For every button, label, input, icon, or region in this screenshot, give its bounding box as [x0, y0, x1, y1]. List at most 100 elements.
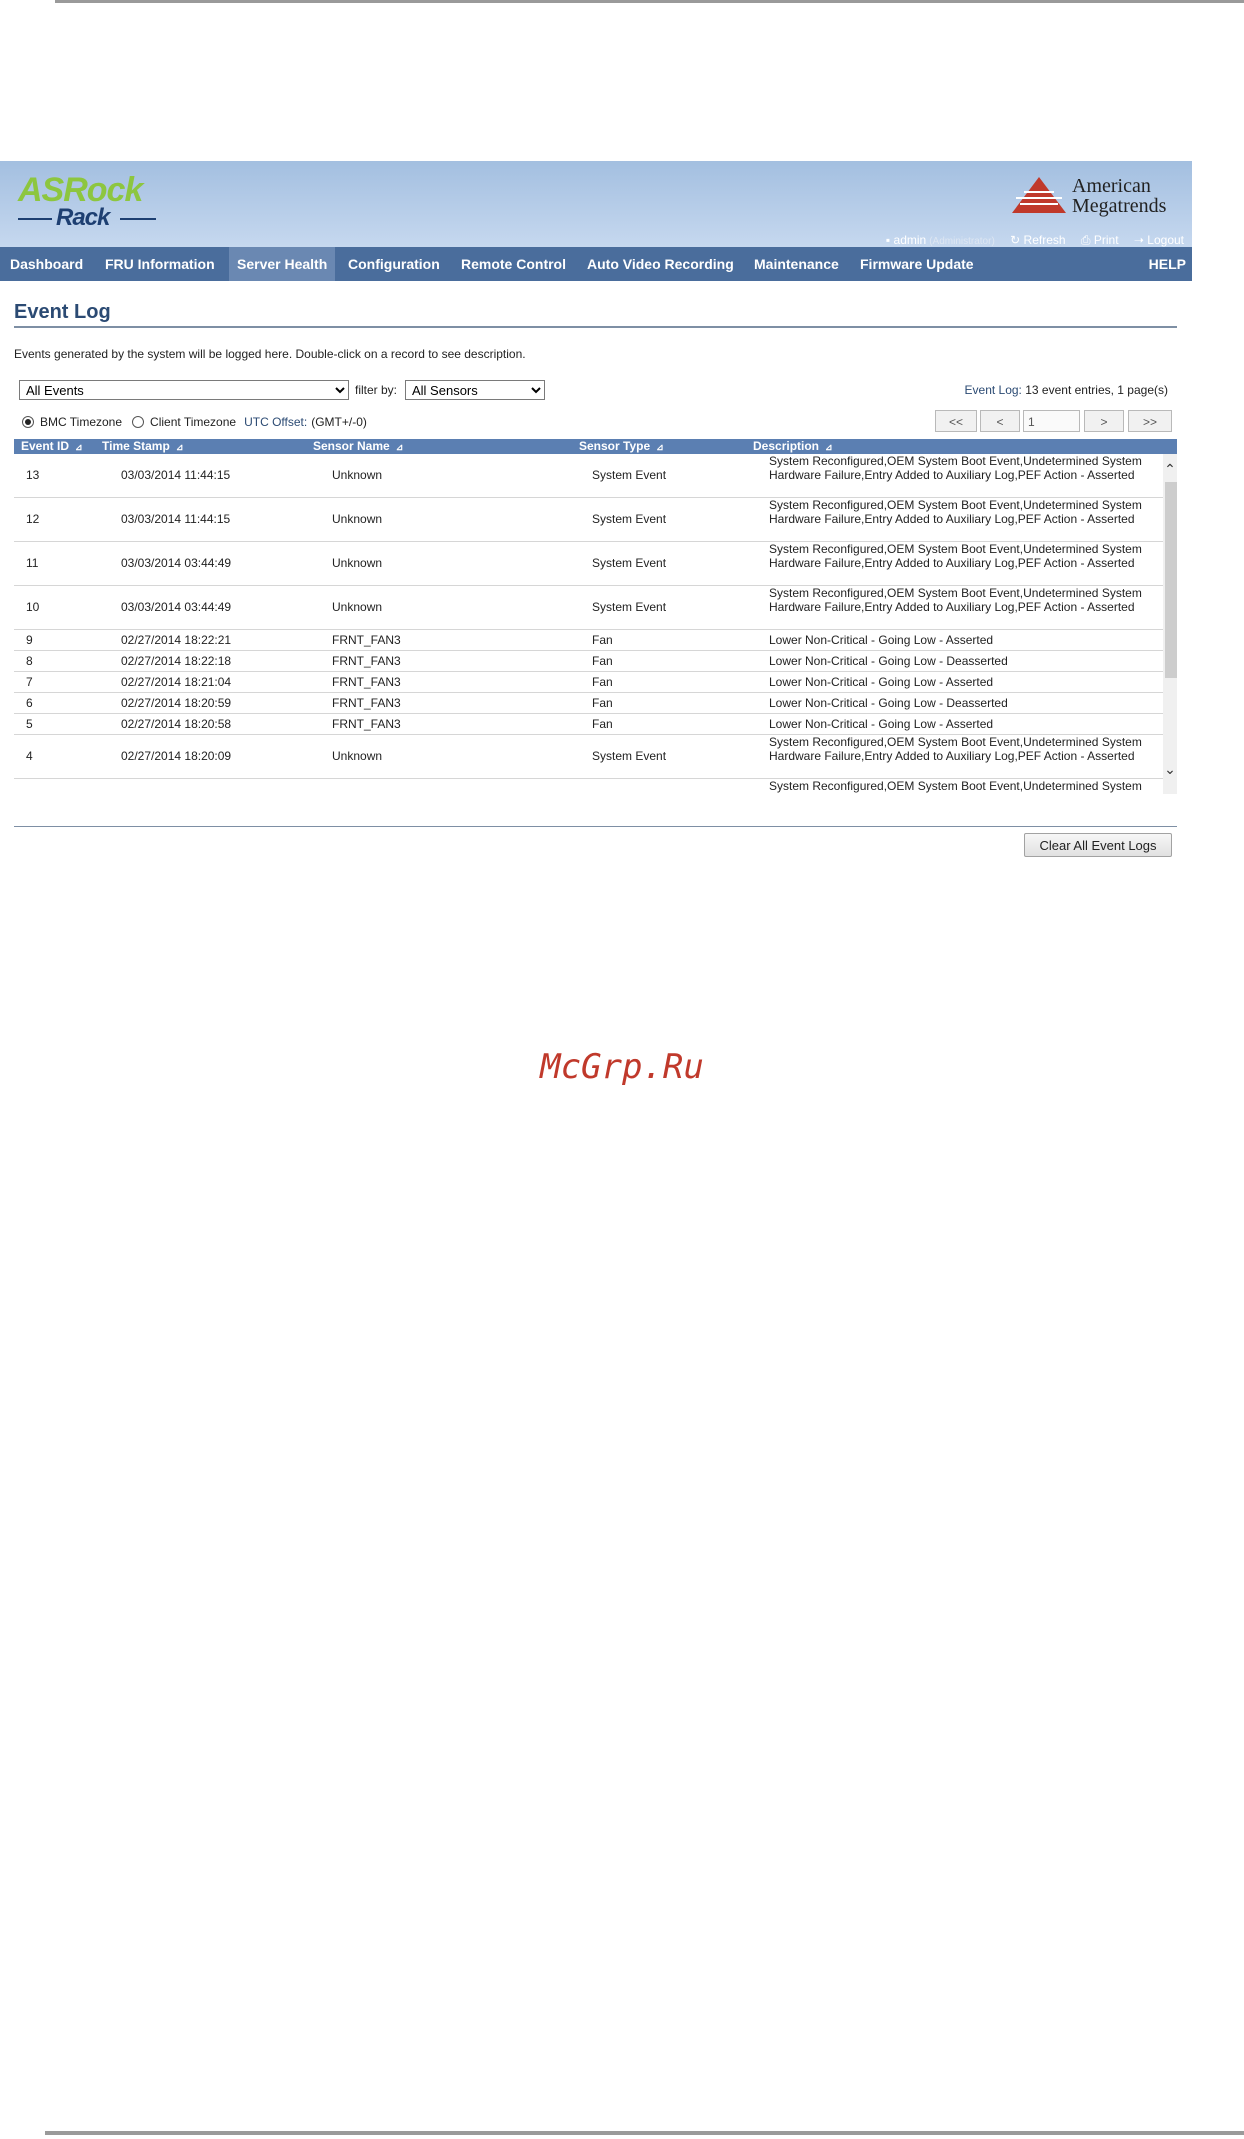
cell-time-stamp: 02/27/2014 18:21:04 — [121, 675, 232, 689]
table-row[interactable]: 6 02/27/2014 18:20:59 FRNT_FAN3 Fan Lower No… — [14, 693, 1163, 714]
event-type-select[interactable]: All Events — [19, 380, 349, 400]
col-event-id-label: Event ID — [21, 439, 70, 453]
cell-time-stamp: 02/27/2014 18:20:09 — [121, 749, 232, 763]
cell-sensor-name: Unknown — [332, 749, 383, 763]
col-sensor-type-label: Sensor Type — [579, 439, 651, 453]
sort-icon: ⊿ — [395, 442, 404, 452]
cell-sensor-name: FRNT_FAN3 — [332, 717, 401, 731]
last-page-button[interactable]: >> — [1128, 410, 1172, 432]
cell-event-id: 5 — [26, 717, 33, 731]
nav-remote-control[interactable]: Remote Control — [461, 247, 566, 281]
nav-fru-information[interactable]: FRU Information — [105, 247, 215, 281]
cell-description: System Reconfigured,OEM System Boot Even… — [769, 735, 1142, 763]
table-row[interactable]: 13 03/03/2014 11:44:15 Unknown System Event… — [14, 454, 1163, 498]
col-sensor-name[interactable]: Sensor Name ⊿ — [313, 439, 403, 454]
print-link[interactable]: ⎙ Print — [1081, 233, 1119, 247]
table-row[interactable]: 12 03/03/2014 11:44:15 Unknown System Event… — [14, 498, 1163, 542]
refresh-label: Refresh — [1023, 233, 1066, 247]
sort-icon: ⊿ — [175, 442, 184, 452]
col-time-stamp-label: Time Stamp — [102, 439, 170, 453]
cell-description: Lower Non-Critical - Going Low - Asserte… — [769, 633, 994, 647]
cell-description: System Reconfigured,OEM System Boot Even… — [769, 586, 1142, 614]
sort-icon: ⊿ — [656, 442, 664, 452]
table-row[interactable]: 3 02/27/2014 18:20:09 Unknown System Event S… — [14, 779, 1163, 794]
cell-sensor-type: Fan — [592, 633, 613, 647]
cell-sensor-type: Fan — [592, 717, 613, 731]
cell-time-stamp: 02/27/2014 18:22:18 — [121, 654, 232, 668]
cell-sensor-name: FRNT_FAN3 — [332, 654, 401, 668]
footer-divider — [14, 826, 1177, 827]
cell-description: Lower Non-Critical - Going Low - Deasser… — [769, 696, 1008, 710]
cell-description: System Reconfigured,OEM System Boot Even… — [769, 498, 1142, 526]
cell-sensor-name: Unknown — [332, 512, 383, 526]
title-divider — [14, 326, 1177, 328]
cell-time-stamp: 03/03/2014 03:44:49 — [121, 600, 232, 614]
table-scrollbar[interactable]: ⌃ ⌄ — [1163, 454, 1177, 794]
cell-description: Lower Non-Critical - Going Low - Deasser… — [769, 654, 1008, 668]
cell-sensor-type: Fan — [592, 696, 613, 710]
bmc-timezone-radio[interactable] — [22, 416, 34, 428]
utc-offset-value: (GMT+/-0) — [311, 415, 367, 429]
nav-auto-video-recording[interactable]: Auto Video Recording — [587, 247, 734, 281]
table-row[interactable]: 7 02/27/2014 18:21:04 FRNT_FAN3 Fan Lower No… — [14, 672, 1163, 693]
col-sensor-type[interactable]: Sensor Type ⊿ — [579, 439, 664, 454]
summary-value: 13 event entries, 1 page(s) — [1025, 383, 1168, 397]
bmc-web-ui: ASRock Rack American Megatrends ▪ admin(… — [0, 161, 1192, 861]
table-row[interactable]: 9 02/27/2014 18:22:21 FRNT_FAN3 Fan Lower No… — [14, 630, 1163, 651]
user-indicator: ▪ admin (Administrator) — [885, 233, 995, 247]
event-table-body: 3 02/27/2014 18:20:09 Unknown System Event S… — [14, 454, 1177, 794]
sort-icon: ⊿ — [75, 442, 83, 452]
cell-time-stamp: 03/03/2014 11:44:15 — [121, 468, 231, 482]
page-title: Event Log — [14, 301, 111, 323]
table-row[interactable]: 10 03/03/2014 03:44:49 Unknown System Event… — [14, 586, 1163, 630]
cell-event-id: 4 — [26, 749, 33, 763]
ami-logo-line2: Megatrends — [1072, 195, 1167, 217]
scroll-thumb[interactable] — [1165, 482, 1177, 678]
page-number-input[interactable]: 1 — [1023, 410, 1080, 432]
cell-description: System Reconfigured,OEM System Boot Even… — [769, 779, 1142, 794]
next-page-button[interactable]: > — [1084, 410, 1124, 432]
cell-event-id: 6 — [26, 696, 33, 710]
col-description[interactable]: Description ⊿ — [753, 439, 833, 454]
scroll-up-icon[interactable]: ⌃ — [1163, 462, 1177, 476]
nav-firmware-update[interactable]: Firmware Update — [860, 247, 974, 281]
clear-all-event-logs-button[interactable]: Clear All Event Logs — [1024, 833, 1172, 857]
table-row[interactable]: 5 02/27/2014 18:20:58 FRNT_FAN3 Fan Lower No… — [14, 714, 1163, 735]
summary-label: Event Log: — [964, 383, 1022, 397]
logout-icon: ➝ — [1133, 233, 1144, 247]
user-toolbar: ▪ admin (Administrator) ↻ Refresh ⎙ Print… — [874, 233, 1184, 247]
first-page-button[interactable]: << — [935, 410, 977, 432]
col-event-id[interactable]: Event ID ⊿ — [21, 439, 83, 454]
utc-offset-label: UTC Offset: — [244, 415, 308, 429]
scroll-down-icon[interactable]: ⌄ — [1163, 762, 1177, 776]
cell-sensor-type: System Event — [592, 556, 667, 570]
table-row[interactable]: 11 03/03/2014 03:44:49 Unknown System Event… — [14, 542, 1163, 586]
nav-maintenance[interactable]: Maintenance — [754, 247, 839, 281]
page-top-rule — [55, 0, 1244, 3]
nav-dashboard[interactable]: Dashboard — [10, 247, 83, 281]
header-banner: ASRock Rack American Megatrends ▪ admin(… — [0, 161, 1192, 247]
bmc-timezone-label: BMC Timezone — [40, 415, 123, 429]
table-row[interactable]: 8 02/27/2014 18:22:18 FRNT_FAN3 Fan Lower No… — [14, 651, 1163, 672]
page-description: Events generated by the system will be l… — [14, 347, 526, 361]
prev-page-button[interactable]: < — [980, 410, 1020, 432]
cell-sensor-type: System Event — [592, 512, 667, 526]
nav-configuration[interactable]: Configuration — [348, 247, 440, 281]
col-time-stamp[interactable]: Time Stamp ⊿ — [102, 439, 183, 454]
logout-link[interactable]: ➝ Logout — [1134, 233, 1184, 247]
nav-server-health[interactable]: Server Health — [229, 247, 336, 281]
sensor-filter-select[interactable]: All Sensors — [405, 380, 545, 400]
page-bottom-rule — [45, 2131, 1244, 2135]
table-row[interactable]: 4 02/27/2014 18:20:09 Unknown System Event S… — [14, 735, 1163, 779]
client-timezone-radio[interactable] — [132, 416, 145, 428]
cell-description: System Reconfigured,OEM System Boot Even… — [769, 454, 1142, 482]
col-sensor-name-label: Sensor Name — [313, 439, 390, 453]
refresh-link[interactable]: ↻ Refresh — [1010, 233, 1065, 247]
cell-time-stamp: 02/27/2014 18:20:59 — [121, 696, 232, 710]
ami-triangle-icon — [1012, 177, 1066, 213]
col-description-label: Description — [753, 439, 820, 453]
cell-sensor-type: Fan — [592, 675, 613, 689]
cell-description: Lower Non-Critical - Going Low - Asserte… — [769, 717, 994, 731]
nav-help[interactable]: HELP — [1149, 247, 1186, 281]
cell-sensor-type: System Event — [592, 793, 666, 794]
